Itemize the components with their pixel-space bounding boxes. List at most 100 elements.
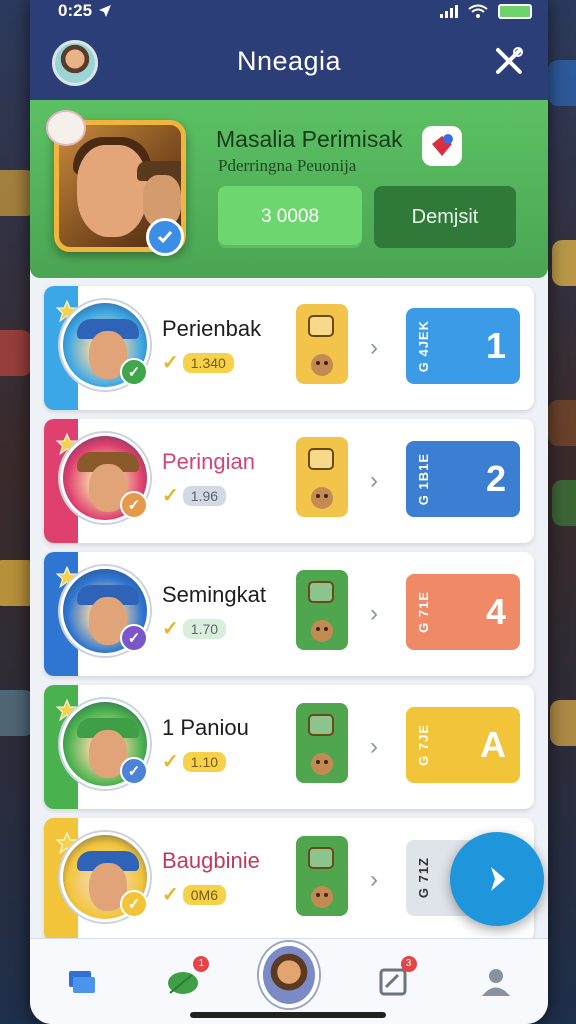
rank-number: 4 <box>485 591 506 632</box>
checkmark-icon: ✓ <box>162 618 179 640</box>
chevron-right-icon: › <box>370 334 378 361</box>
gem-icon[interactable] <box>422 126 462 166</box>
rank-code: G 71Z <box>416 857 431 899</box>
item-bottom-icon <box>311 619 333 642</box>
rank-box[interactable]: G 71E 4 <box>406 574 520 650</box>
backdrop-tile <box>548 60 576 106</box>
player-status-icon: ✓ <box>120 757 148 785</box>
player-score: ✓ 1.10 <box>162 749 227 774</box>
leaderboard-row[interactable]: ✓ Perienbak ✓ 1.340 › G 4JEK 1 <box>44 286 534 410</box>
player-score: ✓ 0M6 <box>162 882 226 907</box>
status-time: 0:25 <box>58 1 93 20</box>
chevron-right-icon: › <box>370 733 378 760</box>
rank-number: 2 <box>485 458 506 499</box>
unicorn-icon <box>46 110 86 146</box>
tab-leaf[interactable]: 1 <box>155 952 215 1012</box>
player-status-icon: ✓ <box>120 624 148 652</box>
tools-button[interactable] <box>490 42 528 80</box>
item-box[interactable] <box>296 437 348 517</box>
tools-icon <box>496 47 523 74</box>
checkmark-icon: ✓ <box>162 884 179 906</box>
hero-subtitle: Pderringna Peuonija <box>218 156 357 175</box>
item-top-icon <box>308 846 334 869</box>
checkmark-icon: ✓ <box>162 352 179 374</box>
item-box[interactable] <box>296 570 348 650</box>
profile-avatar[interactable] <box>52 40 98 86</box>
chevron-right-icon: › <box>370 467 378 494</box>
hero-name: Masalia Perimisak <box>216 126 403 152</box>
item-top-icon <box>308 580 334 603</box>
location-arrow-icon <box>99 5 112 17</box>
leaderboard-row[interactable]: ✓ 1 Paniou ✓ 1.10 › G 7JE A <box>44 685 534 809</box>
home-indicator <box>190 1012 386 1018</box>
tab-bar: 1 3 <box>30 938 548 1024</box>
backdrop-tile <box>552 240 576 286</box>
player-score: ✓ 1.96 <box>162 483 227 508</box>
app-screen: 0:25 Nneagia Masalia Perimisak Pderringn… <box>30 0 548 1024</box>
rank-code: G 7JE <box>416 724 431 766</box>
player-score: ✓ 1.70 <box>162 616 227 641</box>
player-name: 1 Paniou <box>162 715 249 740</box>
item-box[interactable] <box>296 836 348 916</box>
tab-person[interactable] <box>466 952 526 1012</box>
item-bottom-icon <box>311 885 333 908</box>
item-top-icon <box>308 314 334 337</box>
profile-center-icon <box>258 941 319 1008</box>
score-value: 1.70 <box>182 618 227 639</box>
item-bottom-icon <box>311 752 333 775</box>
checkmark-icon: ✓ <box>162 485 179 507</box>
backdrop-tile <box>550 700 576 746</box>
app-header: Nneagia <box>30 22 548 100</box>
amount-button[interactable]: 3 0008 <box>218 186 362 248</box>
cards-icon <box>68 970 95 993</box>
verified-check-icon <box>146 218 184 256</box>
chevron-right-icon: › <box>370 866 378 893</box>
leaderboard-row[interactable]: ✓ Peringian ✓ 1.96 › G 1B1E 2 <box>44 419 534 543</box>
person-icon <box>482 968 511 996</box>
status-bar: 0:25 <box>30 0 548 22</box>
rank-box[interactable]: G 1B1E 2 <box>406 441 520 517</box>
score-value: 0M6 <box>182 884 226 905</box>
item-box[interactable] <box>296 304 348 384</box>
rank-code: G 71E <box>416 591 431 633</box>
rank-code: G 1B1E <box>416 452 431 506</box>
backdrop-tile <box>0 330 32 376</box>
player-status-icon: ✓ <box>120 358 148 386</box>
backdrop-tile <box>548 400 576 446</box>
chevron-right-icon: › <box>370 600 378 627</box>
next-arrow-icon <box>491 867 505 891</box>
checkmark-icon: ✓ <box>162 751 179 773</box>
player-status-icon: ✓ <box>120 491 148 519</box>
item-top-icon <box>308 447 334 470</box>
item-bottom-icon <box>311 353 333 376</box>
item-bottom-icon <box>311 486 333 509</box>
score-value: 1.10 <box>182 751 227 772</box>
next-button[interactable] <box>450 832 544 926</box>
tab-profile-center[interactable] <box>258 941 319 1012</box>
player-score: ✓ 1.340 <box>162 350 234 375</box>
item-box[interactable] <box>296 703 348 783</box>
score-value: 1.96 <box>182 485 227 506</box>
score-value: 1.340 <box>182 352 234 373</box>
hero-card: Masalia Perimisak Pderringna Peuonija 3 … <box>30 100 548 278</box>
player-status-icon: ✓ <box>120 890 148 918</box>
signal-icon <box>440 4 458 18</box>
backdrop-tile <box>0 690 34 736</box>
tab-notes[interactable]: 3 <box>363 952 423 1012</box>
rank-number: 1 <box>485 325 506 366</box>
rank-code: G 4JEK <box>416 319 431 373</box>
item-top-icon <box>308 713 334 736</box>
rank-number: A <box>480 724 506 765</box>
wifi-icon <box>468 4 488 18</box>
rank-box[interactable]: G 4JEK 1 <box>406 308 520 384</box>
player-name: Perienbak <box>162 316 262 341</box>
rank-box[interactable]: G 7JE A <box>406 707 520 783</box>
notes-badge: 3 <box>400 955 417 972</box>
leaderboard-row[interactable]: ✓ Semingkat ✓ 1.70 › G 71E 4 <box>44 552 534 676</box>
page-title: Nneagia <box>236 45 342 76</box>
player-name: Baugbinie <box>162 848 260 873</box>
backdrop-tile <box>552 480 576 526</box>
deposit-button[interactable]: Demjsit <box>374 186 516 248</box>
battery-icon <box>498 3 532 19</box>
tab-cards[interactable] <box>52 952 112 1012</box>
